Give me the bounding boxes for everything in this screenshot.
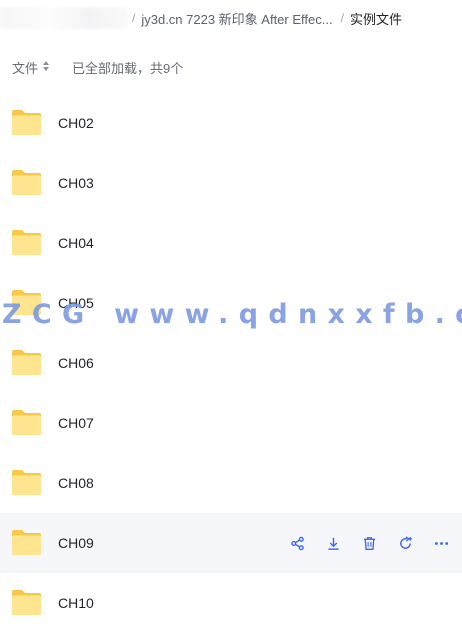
folder-name[interactable]: CH04 (58, 235, 94, 251)
more-button[interactable] (432, 534, 450, 552)
folder-row[interactable]: CH02 (0, 93, 462, 153)
folder-icon (11, 229, 42, 256)
folder-icon (11, 589, 42, 616)
row-actions (288, 513, 450, 573)
refresh-icon (398, 535, 413, 551)
folder-icon (11, 349, 42, 376)
breadcrumb-separator: / (340, 11, 344, 25)
folder-icon (11, 469, 42, 496)
breadcrumb-hidden-segment (0, 7, 128, 29)
share-button[interactable] (288, 534, 306, 552)
download-icon (326, 536, 341, 551)
folder-row[interactable]: CH09 (0, 513, 462, 573)
folder-name[interactable]: CH06 (58, 355, 94, 371)
folder-row[interactable]: CH08 (0, 453, 462, 513)
folder-name[interactable]: CH05 (58, 295, 94, 311)
file-browser: / jy3d.cn 7223 新印象 After Effec... / 实例文件… (0, 0, 462, 632)
folder-row[interactable]: CH10 (0, 573, 462, 632)
delete-icon (362, 536, 377, 551)
folder-row[interactable]: CH06 (0, 333, 462, 393)
folder-name[interactable]: CH07 (58, 415, 94, 431)
folder-row[interactable]: CH04 (0, 213, 462, 273)
breadcrumb: / jy3d.cn 7223 新印象 After Effec... / 实例文件 (0, 6, 462, 30)
delete-button[interactable] (360, 534, 378, 552)
more-icon (434, 536, 449, 551)
folder-icon (11, 409, 42, 436)
folder-row[interactable]: CH07 (0, 393, 462, 453)
folder-name[interactable]: CH08 (58, 475, 94, 491)
folder-name[interactable]: CH03 (58, 175, 94, 191)
share-icon (290, 536, 305, 551)
breadcrumb-current: 实例文件 (349, 11, 402, 27)
sort-arrows-icon (42, 61, 50, 73)
sort-by-name-button[interactable]: 文件 (12, 58, 50, 77)
breadcrumb-parent-link[interactable]: jy3d.cn 7223 新印象 After Effec... (141, 9, 332, 28)
download-button[interactable] (324, 534, 342, 552)
sort-label: 文件 (12, 60, 39, 76)
folder-name[interactable]: CH09 (58, 535, 94, 551)
folder-name[interactable]: CH10 (58, 595, 94, 611)
breadcrumb-separator: / (132, 11, 136, 25)
folder-name[interactable]: CH02 (58, 115, 94, 131)
load-status: 已全部加载，共9个 (72, 60, 184, 76)
folder-icon (11, 109, 42, 136)
folder-icon (11, 169, 42, 196)
file-list: CH02 CH03 CH04 CH05 CH06 CH07 CH08 CH09 CH10 (0, 93, 462, 632)
folder-icon (11, 289, 42, 316)
folder-icon (11, 529, 42, 556)
list-header: 文件 已全部加载，共9个 (12, 56, 183, 78)
folder-row[interactable]: CH03 (0, 153, 462, 213)
folder-row[interactable]: CH05 (0, 273, 462, 333)
refresh-button[interactable] (396, 534, 414, 552)
